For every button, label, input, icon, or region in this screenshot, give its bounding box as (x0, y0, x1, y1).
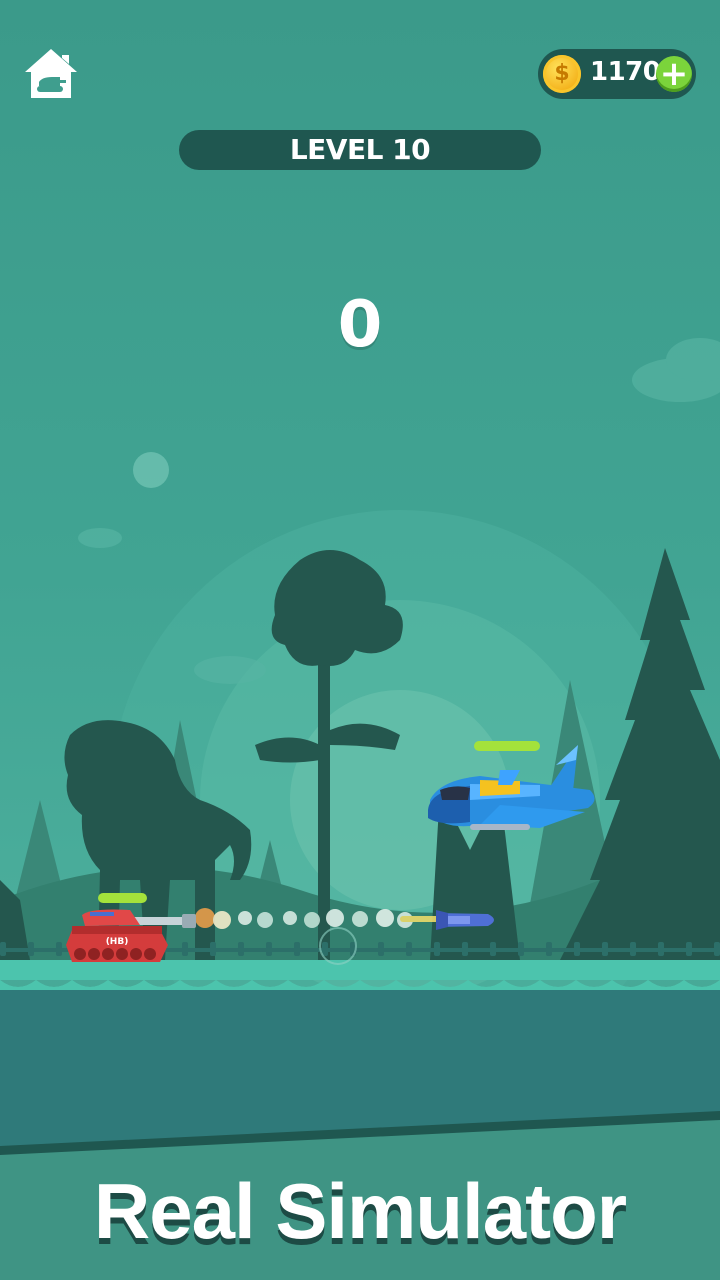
enemy-health-bar (474, 741, 540, 751)
promo-caption: Real Simulator (93, 1167, 627, 1255)
coin-count: 1170 (590, 57, 661, 87)
score-counter: 0 (337, 288, 383, 362)
coin-icon: $ (543, 55, 581, 93)
enemy-jet[interactable] (0, 0, 720, 1280)
home-tank-icon (25, 49, 77, 98)
level-indicator: LEVEL 10 (179, 130, 541, 170)
game-scene[interactable]: (HB) $ 1170 + LEVEL 10 0 Real Simulator (0, 0, 720, 1280)
coin-panel: $ 1170 + (538, 49, 696, 99)
home-button[interactable] (22, 46, 80, 102)
add-coins-button[interactable]: + (656, 56, 692, 92)
